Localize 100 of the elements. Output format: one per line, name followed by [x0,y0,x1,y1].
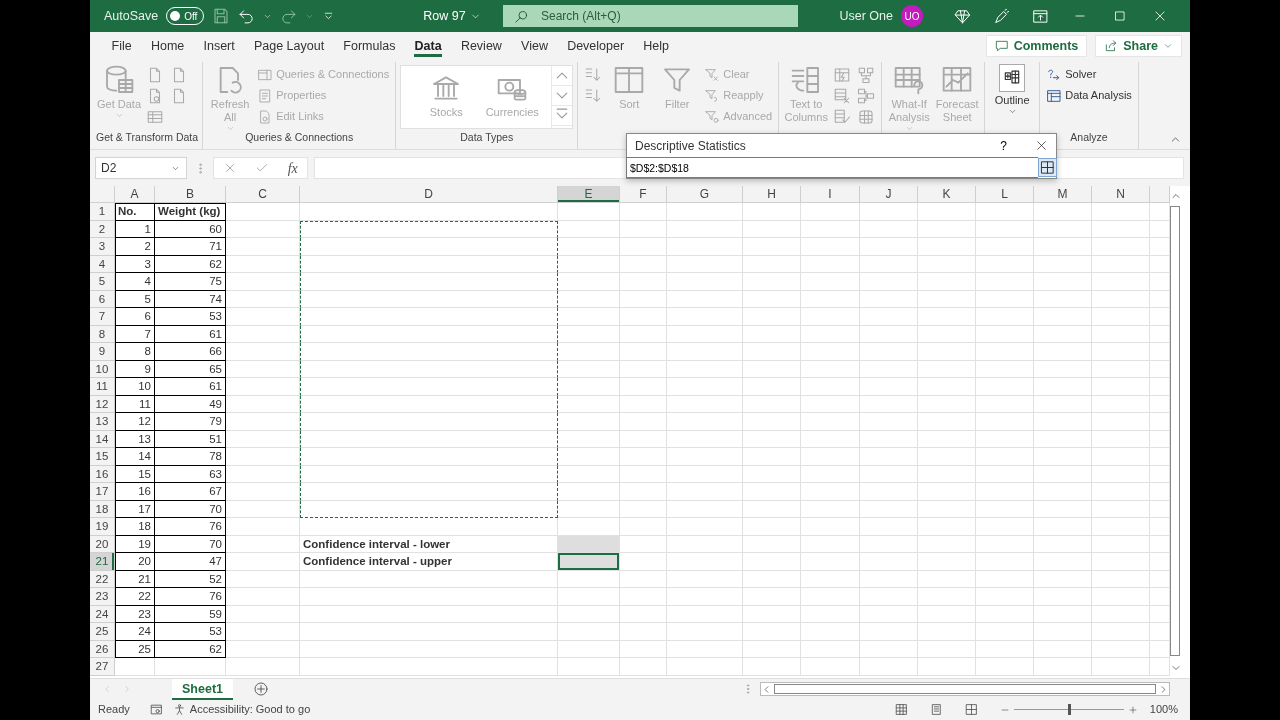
slider-thumb[interactable] [1067,704,1071,715]
row-header[interactable]: 23 [90,588,115,606]
table-cell: 1 [115,220,155,238]
document-title[interactable]: Row 97 [423,6,481,26]
pen-icon[interactable] [993,7,1010,25]
table-cell: Confidence interval - lower [300,535,558,553]
row-header[interactable]: 13 [90,413,115,431]
group-label: Data Types [459,130,515,145]
close-icon[interactable] [1153,9,1167,23]
zoom-level[interactable]: 100% [1149,701,1178,718]
row-header[interactable]: 7 [90,308,115,326]
range-field[interactable]: $D$2:$D$18 [626,157,1038,178]
add-sheet-icon[interactable] [253,681,269,697]
table-cell: 49 [155,395,226,413]
diamond-icon[interactable] [954,7,971,25]
table-cell: 66 [155,343,226,361]
table-cell: No. [115,203,155,221]
accessibility-status[interactable]: Accessibility: Good to go [172,701,311,718]
table-cell: 17 [115,500,155,518]
scrollbar-thumb[interactable] [774,684,1156,694]
maximize-icon[interactable] [1113,9,1127,23]
row-header[interactable]: 9 [90,343,115,361]
menu-tab[interactable]: Data [405,32,452,60]
row-header[interactable]: 5 [90,273,115,291]
page-layout-icon[interactable] [929,703,943,716]
column-header[interactable]: I [801,186,860,203]
accessibility-icon [172,703,186,716]
row-header[interactable]: 3 [90,238,115,256]
expand-dialog-icon[interactable] [1038,158,1057,177]
ribbon-display-icon[interactable] [1032,7,1049,25]
help-button[interactable]: ? [996,136,1011,155]
column-header[interactable]: C [226,186,300,203]
column-header[interactable]: H [743,186,801,203]
row-header[interactable]: 21 [90,553,115,571]
menu-tab[interactable]: File [102,32,142,60]
normal-view-icon[interactable] [894,703,908,716]
menu-tab[interactable]: Page Layout [244,32,334,60]
column-header[interactable]: F [620,186,667,203]
enter-icon[interactable] [255,161,270,175]
table-cell: 76 [155,588,226,606]
table-cell: 12 [115,413,155,431]
menu-tab[interactable]: Insert [193,32,245,60]
table-cell: 53 [155,308,226,326]
menu-tab[interactable]: View [511,32,558,60]
avatar[interactable]: UO [901,5,923,27]
column-header[interactable]: M [1034,186,1092,203]
menu-tab[interactable]: Help [633,32,679,60]
ribbon-button[interactable]: Outline [989,64,1036,118]
column-header[interactable]: D [300,186,558,203]
column-header[interactable]: K [918,186,976,203]
table-cell: 63 [155,465,226,483]
next-sheet-icon[interactable] [122,684,132,694]
select-all-corner[interactable] [90,186,115,203]
table-cell: Confidence interval - upper [300,553,558,571]
row-header[interactable]: 17 [90,483,115,501]
row-header[interactable]: 11 [90,378,115,396]
share-button[interactable]: Share [1095,35,1182,57]
save-icon[interactable] [212,7,231,25]
menu-tab[interactable]: Formulas [333,32,405,60]
table-cell: 67 [155,483,226,501]
sheet-tab[interactable]: Sheet1 [172,678,233,700]
row-header[interactable]: 1 [90,203,115,221]
status-text: Ready [98,702,130,718]
table-cell: 79 [155,413,226,431]
row-header[interactable]: 15 [90,448,115,466]
name-box[interactable]: D2 [95,157,187,179]
column-header[interactable]: N [1092,186,1150,203]
insert-function-button[interactable]: fx [287,157,298,179]
macro-icon[interactable] [149,703,163,716]
undo-icon[interactable] [238,7,256,25]
column-header[interactable]: L [976,186,1034,203]
menu-tab[interactable]: Developer [557,32,634,60]
menu-tab[interactable]: Home [141,32,194,60]
dialog-title: Descriptive Statistics [635,137,746,155]
search-field[interactable]: Search (Alt+Q) [503,5,798,27]
search-icon [514,8,529,24]
row-header[interactable]: 25 [90,623,115,641]
column-header[interactable]: J [860,186,918,203]
table-cell: 76 [155,518,226,536]
previous-sheet-icon[interactable] [102,684,112,694]
scrollbar-thumb[interactable] [1170,206,1180,656]
grid-icon [893,64,926,96]
column-header[interactable]: G [667,186,743,203]
row-header[interactable]: 27 [90,658,115,676]
page-break-icon[interactable] [964,703,978,716]
close-icon[interactable] [1035,139,1048,152]
zoom-in-icon[interactable] [1127,704,1138,715]
column-header[interactable]: A [115,186,155,203]
table-cell: 3 [115,255,155,273]
column-header[interactable]: E [558,186,620,203]
column-header[interactable]: B [155,186,226,203]
autosave-label: AutoSave [104,7,159,25]
more-icon[interactable] [552,106,573,126]
ribbon-button[interactable]: Data Analysis [1044,85,1134,106]
menu-tab[interactable]: Review [451,32,512,60]
row-header[interactable]: 19 [90,518,115,536]
table-cell: 75 [155,273,226,291]
comments-button[interactable]: Comments [985,35,1088,57]
redo-icon[interactable] [280,7,298,25]
ribbon-button[interactable]: Solver [1044,64,1134,85]
